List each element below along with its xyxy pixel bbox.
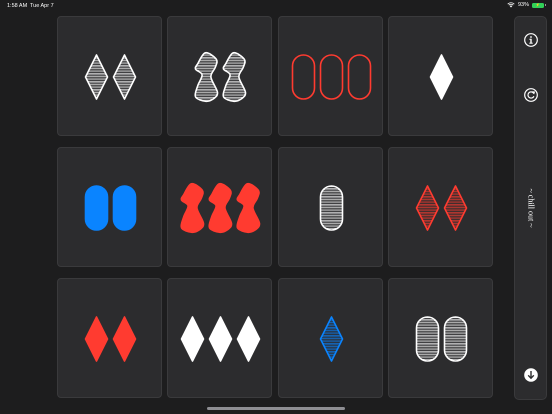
- diamond-symbol: [415, 185, 440, 231]
- wifi-icon: [507, 2, 515, 8]
- card-board: [57, 16, 493, 400]
- oval-symbol: [319, 54, 343, 100]
- set-card[interactable]: [167, 16, 273, 136]
- oval-symbol: [112, 185, 137, 231]
- diamond-symbol: [112, 316, 137, 362]
- set-card[interactable]: [57, 278, 162, 398]
- restart-icon: [524, 88, 538, 102]
- oval-symbol: [415, 316, 440, 362]
- arrow-down-circle-icon: [524, 368, 538, 382]
- deal-button[interactable]: [523, 367, 539, 383]
- diamond-symbol: [84, 316, 109, 362]
- status-bar: 1:58 AM Tue Apr 7 93% ⚡: [0, 0, 552, 12]
- diamond-symbol: [208, 316, 233, 362]
- squiggle-symbol: [180, 182, 205, 234]
- set-card[interactable]: [167, 278, 273, 398]
- set-card[interactable]: [277, 147, 383, 267]
- set-card[interactable]: [277, 16, 383, 136]
- home-indicator: [207, 407, 345, 410]
- set-card[interactable]: [167, 147, 273, 267]
- diamond-symbol: [443, 185, 468, 231]
- diamond-symbol: [112, 54, 137, 100]
- oval-symbol: [319, 185, 343, 231]
- diamond-symbol: [236, 316, 261, 362]
- status-indicators: 93% ⚡: [507, 2, 546, 8]
- oval-symbol: [347, 54, 371, 100]
- battery-charging-icon: ⚡: [532, 2, 546, 8]
- set-card[interactable]: [387, 147, 493, 267]
- status-date: Tue Apr 7: [30, 3, 54, 9]
- info-button[interactable]: [523, 32, 539, 48]
- squiggle-symbol: [208, 182, 233, 234]
- mode-label: ~ chill out ~: [526, 188, 535, 228]
- status-time: 1:58 AM: [7, 3, 28, 9]
- oval-symbol: [443, 316, 468, 362]
- squiggle-symbol: [236, 182, 261, 234]
- set-card[interactable]: [387, 278, 493, 398]
- diamond-symbol: [180, 316, 205, 362]
- diamond-symbol: [429, 54, 454, 100]
- squiggle-symbol: [222, 51, 247, 103]
- oval-symbol: [84, 185, 109, 231]
- restart-button[interactable]: [523, 87, 539, 103]
- set-card[interactable]: [57, 147, 162, 267]
- set-card[interactable]: [277, 278, 383, 398]
- squiggle-symbol: [194, 51, 219, 103]
- diamond-symbol: [319, 316, 343, 362]
- battery-percent: 93%: [517, 2, 529, 8]
- diamond-symbol: [84, 54, 109, 100]
- set-card[interactable]: [387, 16, 493, 136]
- set-card[interactable]: [57, 16, 162, 136]
- oval-symbol: [291, 54, 315, 100]
- info-icon: [524, 33, 538, 47]
- side-panel: ~ chill out ~: [514, 16, 547, 400]
